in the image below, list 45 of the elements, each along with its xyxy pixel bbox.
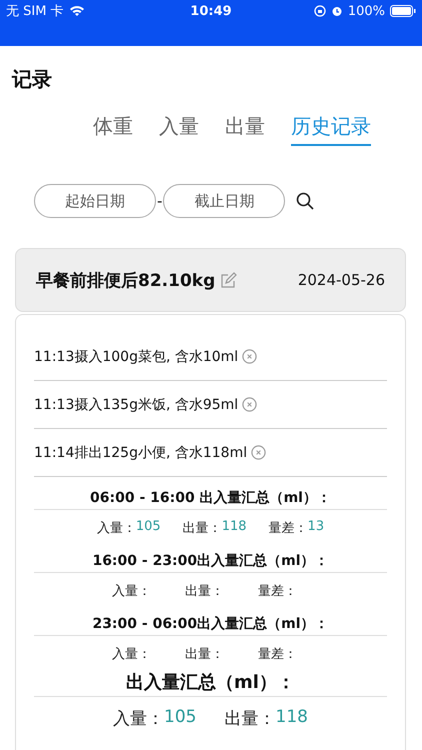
tab[interactable]: 入量 <box>159 113 199 146</box>
summary-label: 量差： <box>268 520 308 537</box>
tab[interactable]: 体重 <box>93 113 133 146</box>
summary-label: 入量： <box>96 520 136 537</box>
summary-value: 118 <box>276 706 308 728</box>
summary-label: 出量： <box>185 646 224 663</box>
summary-label: 入量： <box>112 646 151 663</box>
tab[interactable]: 历史记录 <box>291 113 371 146</box>
end-date-field[interactable]: 截止日期 <box>163 184 286 218</box>
wifi-icon <box>68 5 85 17</box>
start-date-field[interactable]: 起始日期 <box>34 184 156 218</box>
clock-time: 10:49 <box>190 4 232 18</box>
summary-title: 06:00 - 16:00 出入量汇总（ml）： <box>34 489 387 510</box>
edit-icon[interactable] <box>221 272 238 288</box>
rotation-lock-icon <box>314 5 326 17</box>
summary-label: 出量： <box>224 708 276 730</box>
summary-value: 118 <box>222 519 247 536</box>
record-date: 2024-05-26 <box>298 271 385 289</box>
battery-percent: 100% <box>348 4 385 18</box>
summary-title: 16:00 - 23:00出入量汇总（ml）： <box>34 552 387 573</box>
battery-icon <box>390 5 416 17</box>
summary-label: 入量： <box>113 708 164 730</box>
carrier-label: 无 SIM 卡 <box>6 3 64 20</box>
summary-value: 105 <box>164 706 196 728</box>
summary-label: 出量： <box>185 583 224 600</box>
summary-label: 入量： <box>112 583 151 600</box>
summary-label: 量差： <box>258 583 297 600</box>
summary-title: 23:00 - 06:00出入量汇总（ml）： <box>34 615 387 636</box>
delete-icon[interactable] <box>242 349 258 364</box>
summary-value: 13 <box>308 519 324 536</box>
entry-text: 11:14排出125g小便, 含水118ml <box>34 444 248 462</box>
tab[interactable]: 出量 <box>225 113 265 146</box>
summary-value: 105 <box>136 519 161 536</box>
search-icon[interactable] <box>295 191 316 211</box>
alarm-icon <box>330 5 343 17</box>
page-title: 记录 <box>12 66 52 93</box>
summary-label: 量差： <box>258 646 297 663</box>
summary-title: 出入量汇总（ml）： <box>34 670 387 697</box>
weight-label: 早餐前排便后82.10kg <box>36 270 216 292</box>
entry-text: 11:13摄入135g米饭, 含水95ml <box>34 396 238 414</box>
date-separator: - <box>157 192 162 210</box>
entry-text: 11:13摄入100g菜包, 含水10ml <box>34 348 238 366</box>
summary-label: 出量： <box>182 520 222 537</box>
delete-icon[interactable] <box>242 397 258 412</box>
delete-icon[interactable] <box>251 445 266 460</box>
